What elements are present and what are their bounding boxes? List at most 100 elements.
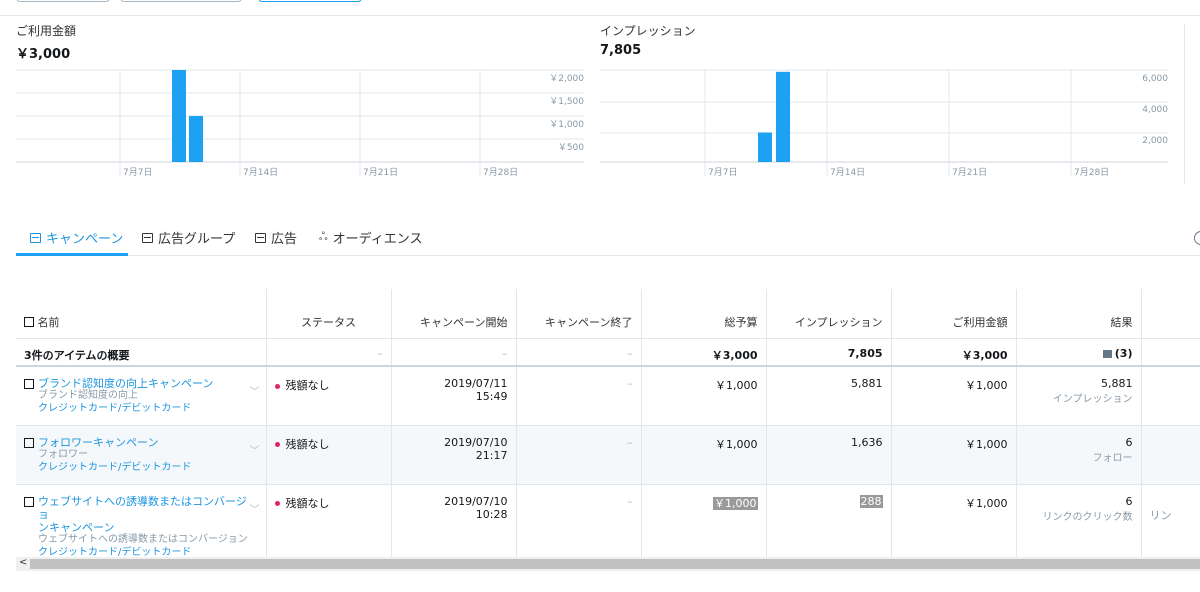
status-cell: 残額なし [266,484,392,557]
impressions-cell: 288 [766,484,892,557]
summary-spend: ￥3,000 [891,338,1017,367]
impressions-chart-panel: インプレッション 7,805 [600,22,696,58]
summary-start: – [391,338,517,367]
primary-toolbar-button[interactable] [258,0,362,2]
y-tick-label: ￥500 [558,143,584,153]
extra-cell [1141,425,1200,485]
scroll-left-icon[interactable]: < [19,557,27,568]
results-cell: 6 フォロー [1016,425,1142,485]
budget-cell: ￥1,000 [641,366,767,426]
campaign-link[interactable]: フォロワーキャンペーン [38,436,158,449]
scrollbar-thumb[interactable] [30,559,1200,569]
column-header-budget[interactable]: 総予算 [641,289,767,339]
x-tick-label: 7月21日 [952,167,987,178]
tab-label: オーディエンス [332,232,423,247]
spend-cell: ￥1,000 [891,425,1017,485]
campaign-objective: ウェブサイトへの誘導数またはコンバージョン [38,533,248,545]
chart-total: 7,805 [600,43,642,58]
payment-method-link[interactable]: クレジットカード/デビットカード [24,461,258,474]
status-dot-icon [274,501,280,506]
result-icon [1102,349,1112,358]
toolbar-button[interactable] [120,0,242,2]
campaign-link[interactable]: ブランド認知度の向上キャンペーン [38,377,213,390]
column-header-results[interactable]: 結果 [1016,289,1142,339]
bar [189,116,203,162]
select-all-checkbox[interactable] [24,316,34,327]
table-row: フォロワーキャンペーン フォロワー クレジットカード/デビットカード ﹀ 残額な… [16,425,1200,485]
chevron-down-icon[interactable]: ﹀ [250,442,260,457]
tab-audiences[interactable]: ஃ オーディエンス [319,228,422,247]
tab-label: 広告 [271,232,298,247]
bar [172,70,186,162]
chart-total: ￥3,000 [16,47,71,62]
y-tick-label: ￥1,000 [549,120,584,130]
results-cell: 6 リンクのクリック数 [1016,484,1142,557]
y-tick-label: 2,000 [1142,136,1168,146]
y-tick-label: 6,000 [1142,74,1168,84]
spend-cell: ￥1,000 [891,484,1017,557]
status-cell: 残額なし [266,425,392,485]
summary-results: (3) [1016,338,1142,367]
end-cell: – [516,366,642,426]
column-header-spend[interactable]: ご利用金額 [891,289,1017,339]
toolbar-button[interactable] [16,0,110,2]
spend-chart: 7月7日 7月14日 7月21日 7月28日 ￥2,000 ￥1,500 ￥1,000 ￥50… [16,69,584,178]
table-row: ブランド認知度の向上キャンペーン ブランド認知度の向上 クレジットカード/デビッ… [16,366,1200,426]
bar [776,71,790,162]
column-header-name[interactable]: 名前 [16,289,267,339]
column-header-start[interactable]: キャンペーン開始 [391,289,517,339]
payment-method-link[interactable]: クレジットカード/デビットカード [24,402,258,415]
extra-cell: リン [1141,484,1200,557]
campaign-link[interactable]: ウェブサイトへの誘導数またはコンバージョ ンキャンペーン [38,495,258,534]
table-header-row: 名前 ステータス キャンペーン開始 キャンペーン終了 総予算 インプレッション … [16,289,1200,339]
row-checkbox[interactable] [24,379,34,389]
column-header-extra [1141,289,1200,339]
bar [758,132,772,162]
end-cell: – [516,484,642,557]
row-checkbox[interactable] [24,437,34,448]
budget-cell: ￥1,000 [641,425,767,485]
y-tick-label: ￥1,500 [549,97,584,107]
extra-cell [1141,366,1200,426]
chevron-down-icon[interactable]: ﹀ [250,383,260,398]
payment-method-link[interactable]: クレジットカード/デビットカード [24,546,258,558]
x-tick-label: 7月28日 [483,167,518,178]
column-header-status[interactable]: ステータス [266,289,392,339]
start-cell: 2019/07/10 10:28 [391,484,517,557]
horizontal-scrollbar[interactable]: < [16,557,1200,571]
status-dot-icon [274,383,280,389]
tab-ads[interactable]: 広告 [255,228,297,247]
column-header-impressions[interactable]: インプレッション [766,289,892,339]
tab-campaigns[interactable]: キャンペーン [30,228,123,247]
spend-chart-panel: ご利用金額 ￥3,000 [16,22,76,62]
row-checkbox[interactable] [24,496,34,507]
chevron-down-icon[interactable]: ﹀ [250,501,260,516]
card-icon [255,232,266,243]
people-icon: ஃ [319,230,328,243]
tab-bar: キャンペーン 広告グループ 広告 ஃ オーディエンス [16,222,1200,256]
y-tick-label: 4,000 [1142,105,1168,115]
campaign-objective: ブランド認知度の向上 [38,390,138,401]
campaign-name-cell: フォロワーキャンペーン フォロワー クレジットカード/デビットカード ﹀ [16,425,267,485]
table-row: ウェブサイトへの誘導数またはコンバージョ ンキャンペーン ウェブサイトへの誘導数ま… [16,484,1200,557]
summary-budget: ￥3,000 [641,338,767,367]
start-cell: 2019/07/11 15:49 [391,366,517,426]
x-tick-label: 7月14日 [830,167,865,178]
chart-title: インプレッション [600,24,696,38]
campaign-objective: フォロワー [38,448,88,460]
end-cell: – [516,425,642,485]
summary-label: 3件のアイテムの概要 [16,338,267,367]
spend-cell: ￥1,000 [891,366,1017,426]
tab-ad-groups[interactable]: 広告グループ [142,228,235,247]
campaign-table: 名前 ステータス キャンペーン開始 キャンペーン終了 総予算 インプレッション … [16,289,1200,557]
x-tick-label: 7月21日 [363,167,398,178]
impressions-chart: 7月7日 7月14日 7月21日 7月28日 6,000 4,000 2,000 [600,69,1168,178]
summary-row: 3件のアイテムの概要 – – – ￥3,000 7,805 ￥3,000 (3) [16,338,1200,367]
chart-title: ご利用金額 [16,24,77,38]
column-header-end[interactable]: キャンペーン終了 [516,289,642,339]
impressions-cell: 1,636 [766,425,892,485]
status-cell: 残額なし [266,366,392,426]
tab-label: 広告グループ [158,232,236,247]
summary-end: – [516,338,642,367]
summary-extra [1141,338,1200,367]
